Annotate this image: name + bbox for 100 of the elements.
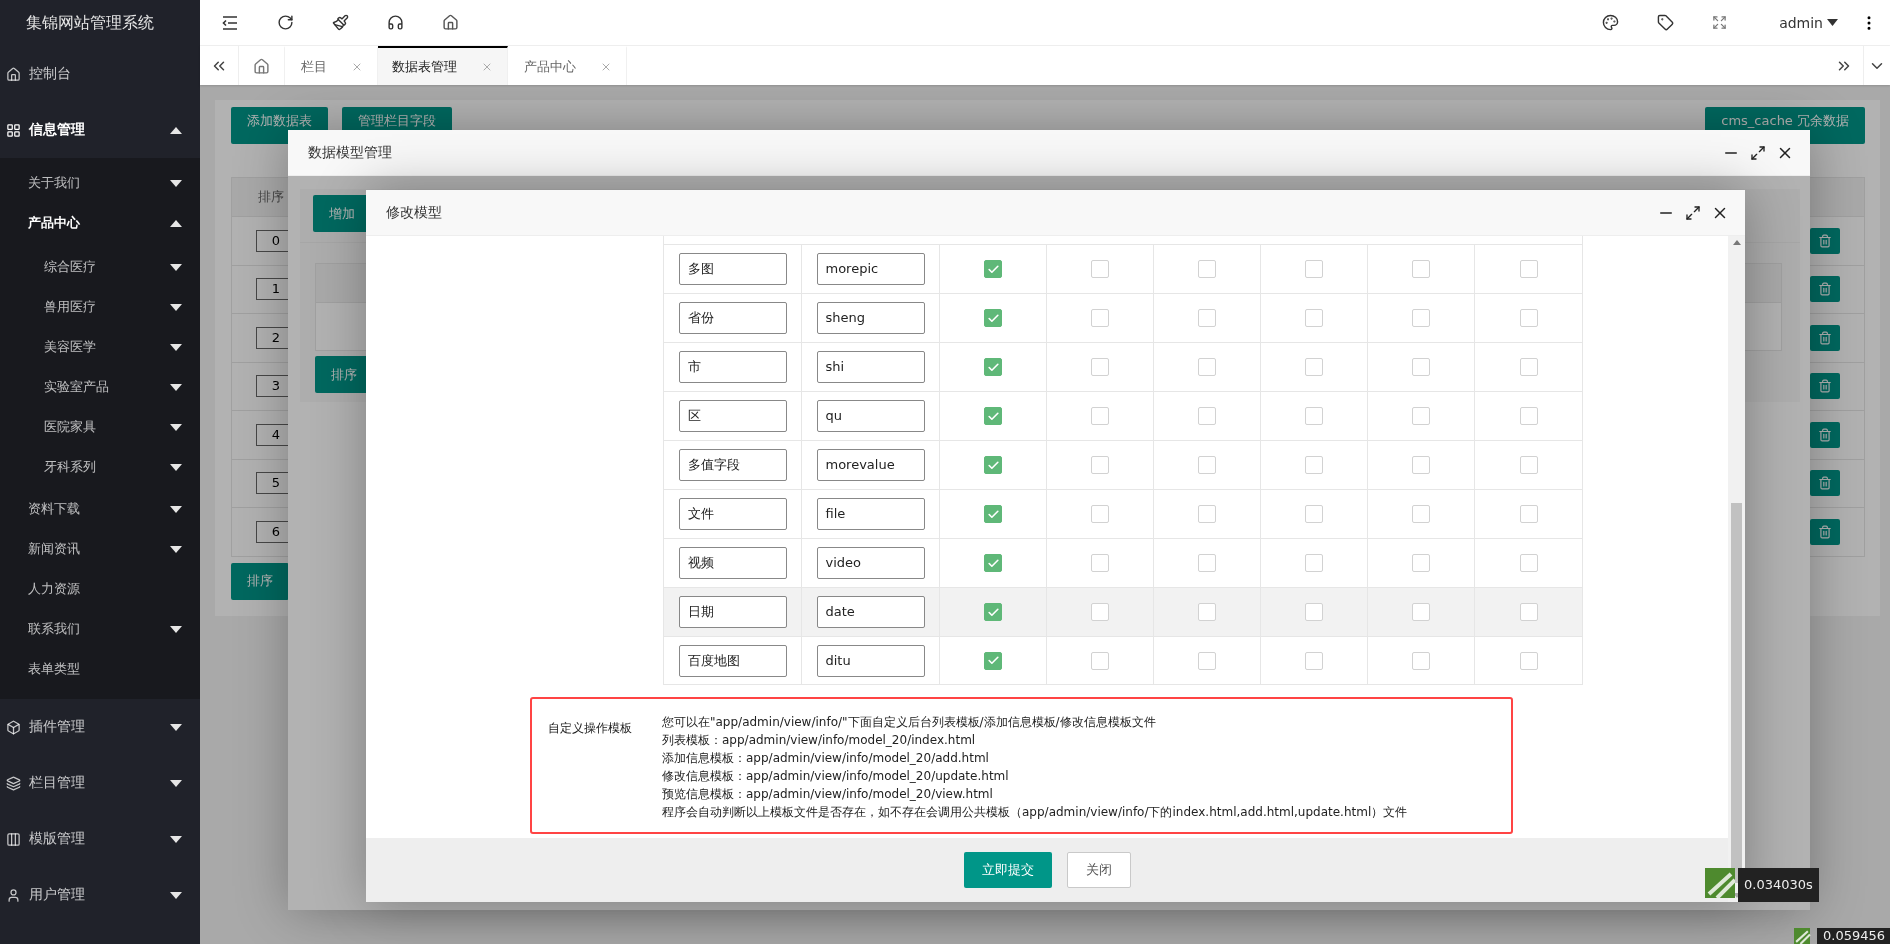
tab[interactable]: 数据表管理 [378, 46, 508, 85]
scrollbar[interactable] [1728, 236, 1745, 902]
checkbox[interactable] [1519, 456, 1538, 474]
name-field[interactable]: 市 [678, 351, 787, 383]
checkbox[interactable] [1091, 358, 1109, 376]
checkbox[interactable] [984, 651, 1002, 670]
checkbox[interactable] [1519, 603, 1538, 621]
checkbox[interactable] [1519, 358, 1538, 376]
checkbox[interactable] [1305, 554, 1323, 572]
key-field[interactable]: morevalue [816, 449, 925, 481]
palette-icon[interactable] [1602, 14, 1620, 31]
brush-icon[interactable] [332, 14, 349, 31]
maximize-icon[interactable] [1685, 204, 1701, 221]
key-field[interactable]: video [816, 547, 925, 579]
delete-button[interactable] [1810, 470, 1840, 497]
checkbox[interactable] [1412, 260, 1430, 278]
checkbox[interactable] [1198, 554, 1216, 572]
checkbox[interactable] [984, 407, 1002, 425]
checkbox[interactable] [984, 554, 1002, 572]
name-field[interactable]: 日期 [678, 596, 787, 628]
checkbox[interactable] [1412, 603, 1430, 621]
key-field[interactable]: morepic [816, 253, 925, 285]
menu-item[interactable]: 插件管理 [0, 699, 200, 755]
checkbox[interactable] [1091, 505, 1109, 523]
menu-item[interactable]: 表单类型 [0, 649, 200, 689]
menu-item[interactable]: 栏目管理 [0, 755, 200, 811]
checkbox[interactable] [1198, 407, 1216, 425]
checkbox[interactable] [1091, 456, 1109, 474]
submit-button[interactable]: 立即提交 [963, 852, 1052, 888]
checkbox[interactable] [1091, 554, 1109, 572]
key-field[interactable]: qu [816, 400, 925, 432]
menu-item[interactable]: 联系我们 [0, 609, 200, 649]
checkbox[interactable] [1519, 554, 1538, 572]
checkbox[interactable] [1091, 651, 1109, 670]
checkbox[interactable] [1519, 651, 1538, 670]
key-field[interactable]: date [816, 596, 925, 628]
delete-button[interactable] [1810, 373, 1840, 400]
checkbox[interactable] [1198, 260, 1216, 278]
home-tab[interactable] [239, 46, 285, 85]
name-field[interactable]: 多图 [678, 253, 787, 285]
menu-item[interactable]: 美容医学 [0, 327, 200, 367]
tab[interactable]: 栏目 [285, 46, 378, 85]
checkbox[interactable] [1091, 603, 1109, 621]
checkbox[interactable] [984, 505, 1002, 523]
name-field[interactable]: 多值字段 [678, 449, 787, 481]
checkbox[interactable] [1305, 260, 1323, 278]
menu-item[interactable]: 综合医疗 [0, 247, 200, 287]
checkbox[interactable] [1198, 358, 1216, 376]
key-field[interactable]: sheng [816, 302, 925, 334]
checkbox[interactable] [1412, 358, 1430, 376]
checkbox[interactable] [1198, 456, 1216, 474]
home-icon[interactable] [442, 14, 459, 31]
name-field[interactable]: 百度地图 [678, 644, 787, 677]
menu-item[interactable]: 兽用医疗 [0, 287, 200, 327]
checkbox[interactable] [1305, 309, 1323, 327]
checkbox[interactable] [1305, 603, 1323, 621]
delete-button[interactable] [1810, 276, 1840, 303]
checkbox[interactable] [1519, 407, 1538, 425]
checkbox[interactable] [984, 309, 1002, 327]
checkbox[interactable] [1305, 505, 1323, 523]
checkbox[interactable] [1412, 505, 1430, 523]
refresh-icon[interactable] [277, 14, 294, 31]
tag-icon[interactable] [1657, 14, 1675, 31]
checkbox[interactable] [1412, 554, 1430, 572]
menu-item[interactable]: 控制台 [0, 46, 200, 102]
checkbox[interactable] [984, 603, 1002, 621]
delete-button[interactable] [1810, 227, 1840, 254]
checkbox[interactable] [1519, 505, 1538, 523]
user-menu[interactable]: admin [1779, 14, 1838, 31]
checkbox[interactable] [1198, 603, 1216, 621]
checkbox[interactable] [984, 260, 1002, 278]
menu-item[interactable]: 医院家具 [0, 407, 200, 447]
checkbox[interactable] [1412, 309, 1430, 327]
key-field[interactable]: ditu [816, 644, 925, 677]
delete-button[interactable] [1810, 324, 1840, 351]
maximize-icon[interactable] [1750, 144, 1766, 161]
checkbox[interactable] [1305, 456, 1323, 474]
menu-item[interactable]: 用户管理 [0, 867, 200, 923]
checkbox[interactable] [1519, 309, 1538, 327]
menu-item[interactable]: 人力资源 [0, 569, 200, 609]
menu-item[interactable]: 信息管理 [0, 102, 200, 158]
name-field[interactable]: 省份 [678, 302, 787, 334]
key-field[interactable]: file [816, 498, 925, 530]
name-field[interactable]: 文件 [678, 498, 787, 530]
checkbox[interactable] [1412, 651, 1430, 670]
checkbox[interactable] [1412, 456, 1430, 474]
scroll-up-icon[interactable] [1732, 240, 1741, 245]
name-field[interactable]: 视频 [678, 547, 787, 579]
menu-item[interactable]: 资料下载 [0, 489, 200, 529]
checkbox[interactable] [1198, 505, 1216, 523]
name-field[interactable]: 区 [678, 400, 787, 432]
checkbox[interactable] [1412, 407, 1430, 425]
checkbox[interactable] [1091, 407, 1109, 425]
checkbox[interactable] [1305, 358, 1323, 376]
checkbox[interactable] [1519, 260, 1538, 278]
fullscreen-icon[interactable] [1712, 15, 1728, 30]
checkbox[interactable] [1091, 309, 1109, 327]
menu-item[interactable]: 牙科系列 [0, 447, 200, 487]
checkbox[interactable] [984, 456, 1002, 474]
checkbox[interactable] [984, 358, 1002, 376]
